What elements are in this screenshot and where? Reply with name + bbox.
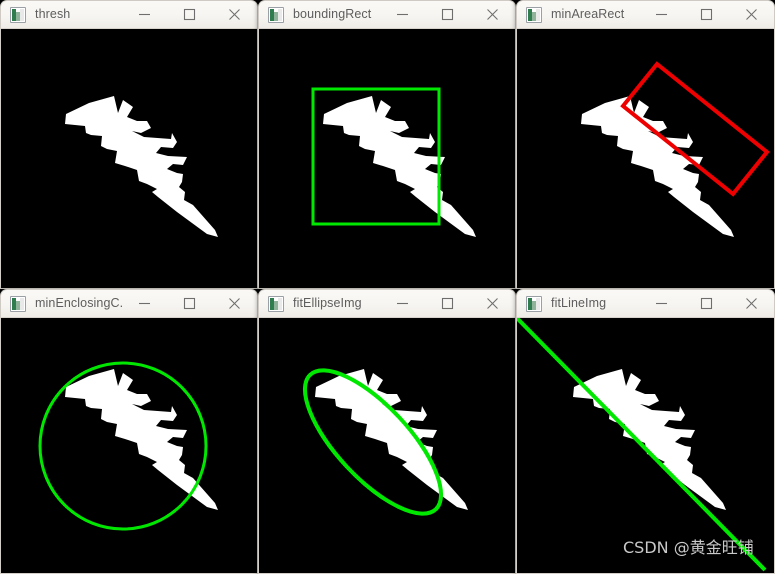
image-window-icon (268, 6, 284, 23)
image-window-icon (526, 6, 542, 23)
minimize-button[interactable] (122, 290, 167, 317)
maximize-button[interactable] (684, 1, 729, 28)
close-button[interactable] (212, 290, 257, 317)
window-fitLineImg[interactable]: fitLineImg CSDN @黄金旺铺 (516, 289, 775, 574)
window-boundingRect[interactable]: boundingRect (258, 0, 516, 289)
image-window-icon (10, 6, 26, 23)
window-title-fitEllipseImg: fitEllipseImg (293, 297, 362, 310)
caption-buttons (380, 1, 515, 28)
desktop-background: 100 0 b 1 thresh (0, 0, 775, 574)
close-button[interactable] (729, 290, 774, 317)
minimize-button[interactable] (122, 1, 167, 28)
minimize-button[interactable] (639, 1, 684, 28)
window-title-minAreaRect: minAreaRect (551, 8, 625, 21)
canvas-boundingRect (258, 29, 516, 289)
close-button[interactable] (729, 1, 774, 28)
minimize-button[interactable] (380, 290, 425, 317)
canvas-fitLineImg: CSDN @黄金旺铺 (516, 318, 775, 574)
titlebar-thresh[interactable]: thresh (0, 0, 258, 29)
window-title-boundingRect: boundingRect (293, 8, 372, 21)
image-window-icon (10, 295, 26, 312)
caption-buttons (122, 290, 257, 317)
window-title-minEnclosingCircle: minEnclosingC... (35, 297, 122, 310)
canvas-thresh (0, 29, 258, 289)
minimize-button[interactable] (380, 1, 425, 28)
window-title-fitLineImg: fitLineImg (551, 297, 607, 310)
caption-buttons (639, 290, 774, 317)
caption-buttons (380, 290, 515, 317)
maximize-button[interactable] (425, 290, 470, 317)
window-minEnclosingCircle[interactable]: minEnclosingC... (0, 289, 258, 574)
titlebar-fitLineImg[interactable]: fitLineImg (516, 289, 775, 318)
window-minAreaRect[interactable]: minAreaRect (516, 0, 775, 289)
window-title-thresh: thresh (35, 8, 71, 21)
titlebar-minAreaRect[interactable]: minAreaRect (516, 0, 775, 29)
canvas-minEnclosingCircle (0, 318, 258, 574)
minimize-button[interactable] (639, 290, 684, 317)
close-button[interactable] (470, 290, 515, 317)
titlebar-fitEllipseImg[interactable]: fitEllipseImg (258, 289, 516, 318)
image-window-icon (268, 295, 284, 312)
canvas-minAreaRect (516, 29, 775, 289)
caption-buttons (639, 1, 774, 28)
caption-buttons (122, 1, 257, 28)
image-window-icon (526, 295, 542, 312)
close-button[interactable] (470, 1, 515, 28)
canvas-fitEllipseImg (258, 318, 516, 574)
maximize-button[interactable] (425, 1, 470, 28)
maximize-button[interactable] (167, 290, 212, 317)
titlebar-minEnclosingCircle[interactable]: minEnclosingC... (0, 289, 258, 318)
titlebar-boundingRect[interactable]: boundingRect (258, 0, 516, 29)
close-button[interactable] (212, 1, 257, 28)
window-fitEllipseImg[interactable]: fitEllipseImg (258, 289, 516, 574)
maximize-button[interactable] (167, 1, 212, 28)
maximize-button[interactable] (684, 290, 729, 317)
window-thresh[interactable]: thresh (0, 0, 258, 289)
